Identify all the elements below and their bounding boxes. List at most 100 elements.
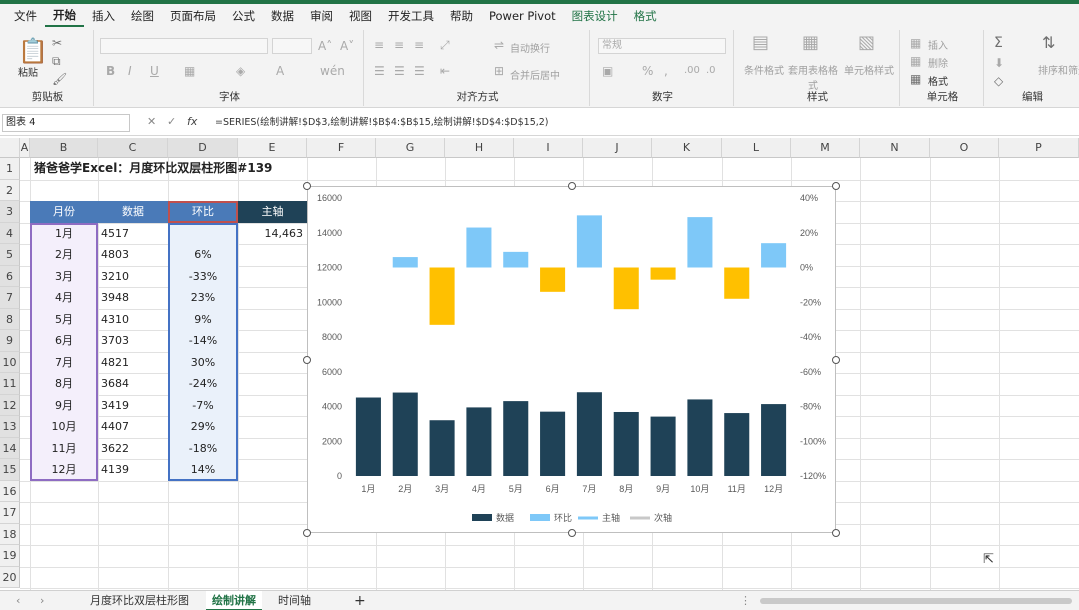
percent-icon[interactable]: % [642,64,653,78]
decrease-decimal-icon[interactable]: .0 [706,64,716,78]
row-header[interactable]: 16 [0,480,20,502]
data-cell[interactable]: 4803 [101,244,129,266]
chart[interactable]: 0 2000 4000 6000 8000 10000 12000 14000 16000 40%… [303,182,840,537]
menu-tab-1[interactable]: 开始 [45,5,84,27]
wrap-text-label[interactable]: 自动换行 [510,40,550,55]
data-cell[interactable]: 3703 [101,330,129,352]
data-cell[interactable]: 3622 [101,438,129,460]
name-box[interactable]: 图表 4 [2,114,130,132]
column-header[interactable]: P [999,138,1079,158]
menu-tab-11[interactable]: Power Pivot [481,4,564,28]
column-header[interactable]: C [98,138,168,158]
data-cell[interactable]: 4139 [101,459,129,481]
row-header[interactable]: 5 [0,244,20,266]
chart-resize-handle[interactable] [303,182,311,190]
underline-icon[interactable]: U [150,64,159,78]
tab-sheet-2[interactable]: 绘制讲解 [206,591,262,610]
row-header[interactable]: 10 [0,351,20,373]
menu-tab-0[interactable]: 文件 [6,4,45,28]
row-header[interactable]: 1 [0,158,20,180]
column-header[interactable]: F [307,138,376,158]
conditional-format-label[interactable]: 条件格式 [744,62,784,77]
font-color-icon[interactable]: A [276,64,284,78]
row-header[interactable]: 4 [0,222,20,244]
row-header[interactable]: 2 [0,179,20,201]
orientation-icon[interactable]: ⤢ [440,38,450,52]
tab-scroll-right-icon[interactable]: › [34,591,50,610]
insert-cells-label[interactable]: 插入 [928,37,948,52]
table-format-label[interactable]: 套用表格格式 [788,62,838,92]
fill-icon[interactable]: ⬇ [994,56,1004,70]
horizontal-scrollbar[interactable] [760,598,1072,604]
insert-cells-icon[interactable]: ▦ [910,36,921,50]
align-center-icon[interactable]: ☰ [394,64,405,78]
chart-resize-handle[interactable] [832,355,840,364]
delete-cells-icon[interactable]: ▦ [910,54,921,68]
indent-icon[interactable]: ⇤ [440,64,450,78]
merge-label[interactable]: 合并后居中 [510,67,560,82]
column-header[interactable]: E [238,138,307,158]
row-header[interactable]: 13 [0,416,20,438]
menu-tab-3[interactable]: 绘图 [123,4,162,28]
border-icon[interactable]: ▦ [184,64,195,78]
currency-icon[interactable]: ▣ [602,64,613,78]
menu-tab-6[interactable]: 数据 [263,4,302,28]
data-cell[interactable]: 3419 [101,395,129,417]
column-header[interactable]: N [860,138,930,158]
bold-icon[interactable]: B [106,64,115,78]
menu-tab-10[interactable]: 帮助 [442,4,481,28]
row-header[interactable]: 3 [0,201,20,223]
wrap-text-icon[interactable]: ⇌ [494,38,504,52]
align-bottom-icon[interactable]: ≡ [414,38,424,52]
cut-icon[interactable]: ✂ [52,36,62,50]
data-cell[interactable]: 3210 [101,266,129,288]
row-header[interactable]: 17 [0,502,20,524]
menu-tab-2[interactable]: 插入 [84,4,123,28]
italic-icon[interactable]: I [128,64,132,78]
data-cell[interactable]: 4821 [101,352,129,374]
row-header[interactable]: 11 [0,373,20,395]
menu-tab-5[interactable]: 公式 [224,4,263,28]
chart-resize-handle[interactable] [567,529,576,537]
comma-icon[interactable]: , [664,64,668,78]
font-name-select[interactable] [100,38,268,54]
column-header[interactable]: A [20,138,30,158]
menu-tab-7[interactable]: 审阅 [302,4,341,28]
chart-resize-handle[interactable] [303,355,311,364]
column-header[interactable]: K [652,138,722,158]
enter-icon[interactable]: ✓ [167,115,176,128]
row-header[interactable]: 8 [0,308,20,330]
row-header[interactable]: 15 [0,459,20,481]
row-header[interactable]: 6 [0,265,20,287]
column-header[interactable]: D [168,138,238,158]
menu-tab-9[interactable]: 开发工具 [380,4,442,28]
row-header[interactable]: 18 [0,523,20,545]
shrink-font-icon[interactable]: A˅ [340,39,354,53]
row-header[interactable]: 19 [0,545,20,567]
data-cell[interactable]: 4517 [101,223,129,245]
tab-scroll-left-icon[interactable]: ‹ [10,591,26,610]
column-header[interactable]: H [445,138,514,158]
menu-tab-12[interactable]: 图表设计 [564,4,626,28]
fill-color-icon[interactable]: ◈ [236,64,245,78]
paste-label[interactable]: 粘贴 [18,64,38,79]
conditional-format-icon[interactable]: ▤ [752,34,769,52]
number-format-select[interactable]: 常规 [598,38,726,54]
column-header[interactable]: M [791,138,860,158]
table-format-icon[interactable]: ▦ [802,34,819,52]
font-size-select[interactable] [272,38,312,54]
sort-filter-label[interactable]: 排序和筛选 [1038,62,1079,77]
autosum-icon[interactable]: Σ [994,36,1003,50]
menu-tab-8[interactable]: 视图 [341,4,380,28]
phonetic-icon[interactable]: wén [320,64,345,78]
formula-input[interactable]: =SERIES(绘制讲解!$D$3,绘制讲解!$B$4:$B$15,绘制讲解!$… [215,114,1075,132]
row-header[interactable]: 20 [0,566,20,588]
column-header[interactable]: I [514,138,583,158]
data-cell[interactable]: 3684 [101,373,129,395]
paste-icon[interactable]: 📋 [18,38,48,64]
delete-cells-label[interactable]: 删除 [928,55,948,70]
select-all-corner[interactable] [0,138,20,158]
insert-function-icon[interactable]: fx [187,115,197,128]
increase-decimal-icon[interactable]: .00 [684,64,700,78]
chart-resize-handle[interactable] [303,529,311,537]
